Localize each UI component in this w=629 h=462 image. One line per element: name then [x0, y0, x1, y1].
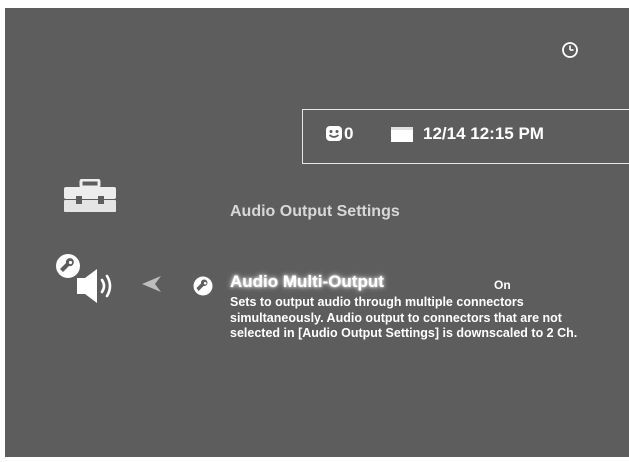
xmb-screen: 0 12/14 12:15 PM Audio Output Settings A	[5, 8, 629, 457]
trophy-count: 0	[344, 124, 354, 143]
menu-item-value[interactable]: On	[494, 278, 511, 292]
clock-icon	[562, 42, 578, 58]
menu-item-description: Sets to output audio through multiple co…	[230, 295, 578, 340]
datetime: 12/14 12:15 PM	[423, 124, 544, 143]
speaker-icon[interactable]	[75, 267, 117, 305]
section-title[interactable]: Audio Output Settings	[230, 203, 400, 221]
back-arrow-icon[interactable]	[142, 276, 162, 292]
toolbox-icon[interactable]	[63, 179, 117, 213]
smiley-icon	[326, 126, 342, 141]
calendar-icon	[391, 127, 413, 142]
menu-item-label[interactable]: Audio Multi-Output	[230, 272, 384, 292]
item-wrench-icon	[193, 276, 213, 296]
status-panel: 0 12/14 12:15 PM	[302, 109, 629, 164]
